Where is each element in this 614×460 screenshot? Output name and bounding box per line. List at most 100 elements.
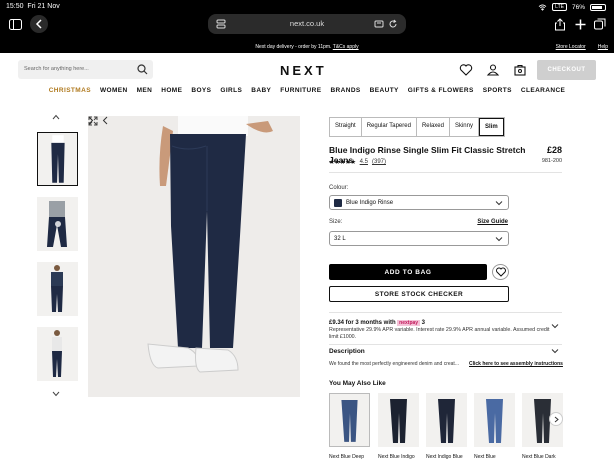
nav-item-men[interactable]: MEN xyxy=(137,87,153,97)
description-text: We found the most perfectly engineered d… xyxy=(329,361,459,367)
tab-relaxed[interactable]: Relaxed xyxy=(417,118,450,136)
search-placeholder: Search for anything here... xyxy=(24,66,89,72)
bag-icon[interactable] xyxy=(513,63,527,77)
promo-bar: Next day delivery - order by 11pm. T&Cs … xyxy=(0,40,614,53)
new-tab-button[interactable] xyxy=(571,15,589,33)
tabs-icon xyxy=(594,18,606,30)
divider xyxy=(329,312,562,313)
sidebar-toggle-button[interactable] xyxy=(6,15,24,33)
heart-icon xyxy=(495,267,506,277)
site-logo[interactable]: NEXT xyxy=(280,63,327,78)
recommendation-name-4[interactable]: Next Blue xyxy=(474,454,518,460)
size-value: 32 L xyxy=(334,235,346,242)
nextpay-badge: nextpay xyxy=(397,320,421,326)
nav-item-beauty[interactable]: BEAUTY xyxy=(370,87,399,97)
store-locator-link[interactable]: Store Locator xyxy=(556,44,586,50)
chevron-left-icon[interactable] xyxy=(102,116,108,125)
chevron-left-icon xyxy=(35,19,42,29)
recommendation-name-1[interactable]: Next Blue Deep xyxy=(329,454,373,460)
nav-item-women[interactable]: WOMEN xyxy=(100,87,128,97)
wishlist-button[interactable] xyxy=(492,264,509,280)
finance-detail: Representative 29.9% APR variable. Inter… xyxy=(329,327,550,340)
recommendation-name-3[interactable]: Next Indigo Blue xyxy=(426,454,470,460)
chevron-down-icon xyxy=(495,201,503,206)
tab-slim[interactable]: Slim xyxy=(478,118,504,136)
browser-chrome: 15:50 Fri 21 Nov LTE 76% next.co.uk Next… xyxy=(0,0,614,53)
search-icon[interactable] xyxy=(137,64,148,75)
recommendation-name-2[interactable]: Next Blue Indigo xyxy=(378,454,422,460)
thumbnail-3[interactable] xyxy=(37,262,78,316)
nav-item-furniture[interactable]: FURNITURE xyxy=(280,87,321,97)
product-price: £28 xyxy=(546,145,562,155)
nav-item-home[interactable]: HOME xyxy=(161,87,182,97)
description-title[interactable]: Description xyxy=(329,348,365,355)
reload-icon[interactable] xyxy=(388,19,398,29)
reader-icon[interactable] xyxy=(374,19,384,29)
share-icon xyxy=(555,17,565,30)
help-link[interactable]: Help xyxy=(598,44,608,50)
heart-icon[interactable] xyxy=(459,63,473,77)
battery-percent: 76% xyxy=(571,3,585,11)
back-button[interactable] xyxy=(30,15,48,33)
tab-straight[interactable]: Straight xyxy=(330,118,362,136)
product-rating[interactable]: ★★★★★ 4.5 (397) xyxy=(329,158,386,166)
search-input[interactable]: Search for anything here... xyxy=(18,60,153,79)
status-time: 15:50 Fri 21 Nov xyxy=(6,3,60,10)
size-select[interactable]: 32 L xyxy=(329,231,509,246)
promo-links: Store Locator Help xyxy=(556,44,608,50)
tab-skinny[interactable]: Skinny xyxy=(450,118,479,136)
battery-icon xyxy=(590,3,606,11)
recommendation-card-2[interactable] xyxy=(378,393,419,447)
chevron-right-icon xyxy=(554,416,559,422)
tab-regular-tapered[interactable]: Regular Tapered xyxy=(362,118,417,136)
chevron-down-icon[interactable] xyxy=(52,391,60,397)
thumbnail-4[interactable] xyxy=(37,327,78,381)
nav-item-sports[interactable]: SPORTS xyxy=(483,87,512,97)
chevron-down-icon xyxy=(495,237,503,242)
size-guide-link[interactable]: Size Guide xyxy=(477,219,508,225)
colour-label: Colour: xyxy=(329,185,349,191)
recommendation-card-3[interactable] xyxy=(426,393,467,447)
finance-info[interactable]: £9.34 for 3 months with nextpay 3 Repres… xyxy=(329,320,554,341)
assembly-instructions-link[interactable]: Click here to see assembly instructions xyxy=(469,361,563,367)
nav-item-baby[interactable]: BABY xyxy=(251,87,271,97)
add-to-bag-button[interactable]: ADD TO BAG xyxy=(329,264,487,280)
tcs-link[interactable]: T&Cs apply xyxy=(333,44,359,50)
share-button[interactable] xyxy=(551,15,569,33)
nav-item-clearance[interactable]: CLEARANCE xyxy=(521,87,565,97)
colour-swatch xyxy=(334,198,342,207)
colour-select[interactable]: Blue Indigo Rinse xyxy=(329,195,509,210)
chevron-down-icon[interactable] xyxy=(551,322,559,330)
review-count: (397) xyxy=(371,159,386,165)
tabs-overview-button[interactable] xyxy=(591,15,609,33)
size-label: Size: xyxy=(329,219,343,225)
category-nav: CHRISTMAS WOMEN MEN HOME BOYS GIRLS BABY… xyxy=(0,87,614,97)
nav-item-boys[interactable]: BOYS xyxy=(191,87,211,97)
chevron-up-icon[interactable] xyxy=(52,114,60,120)
account-icon[interactable] xyxy=(486,63,500,77)
store-stock-checker-button[interactable]: STORE STOCK CHECKER xyxy=(329,286,509,302)
recommendation-name-5[interactable]: Next Blue Dark xyxy=(522,454,566,460)
thumbnail-2[interactable] xyxy=(37,197,78,251)
status-indicators: LTE 76% xyxy=(538,3,606,11)
recommendation-card-1[interactable] xyxy=(329,393,370,447)
checkout-button[interactable]: CHECKOUT xyxy=(537,60,596,80)
you-may-also-like-title: You May Also Like xyxy=(329,380,386,387)
chevron-down-icon[interactable] xyxy=(551,347,559,355)
fit-tabs: Straight Regular Tapered Relaxed Skinny … xyxy=(329,117,505,137)
thumbnail-1[interactable] xyxy=(37,132,78,186)
network-badge: LTE xyxy=(552,3,567,11)
address-bar[interactable]: next.co.uk xyxy=(208,14,406,34)
nav-item-christmas[interactable]: CHRISTMAS xyxy=(49,87,91,97)
finance-badge-num: 3 xyxy=(421,320,425,326)
nav-item-gifts-flowers[interactable]: GIFTS & FLOWERS xyxy=(408,87,474,97)
divider xyxy=(329,344,562,345)
recommendation-card-4[interactable] xyxy=(474,393,515,447)
chevron-right-icon[interactable] xyxy=(88,116,94,125)
carousel-next-button[interactable] xyxy=(549,412,563,426)
nav-item-brands[interactable]: BRANDS xyxy=(330,87,360,97)
rating-value: 4.5 xyxy=(359,159,368,165)
nav-item-girls[interactable]: GIRLS xyxy=(220,87,242,97)
promo-message: Next day delivery - order by 11pm. T&Cs … xyxy=(255,44,359,50)
main-product-image[interactable] xyxy=(88,116,300,397)
